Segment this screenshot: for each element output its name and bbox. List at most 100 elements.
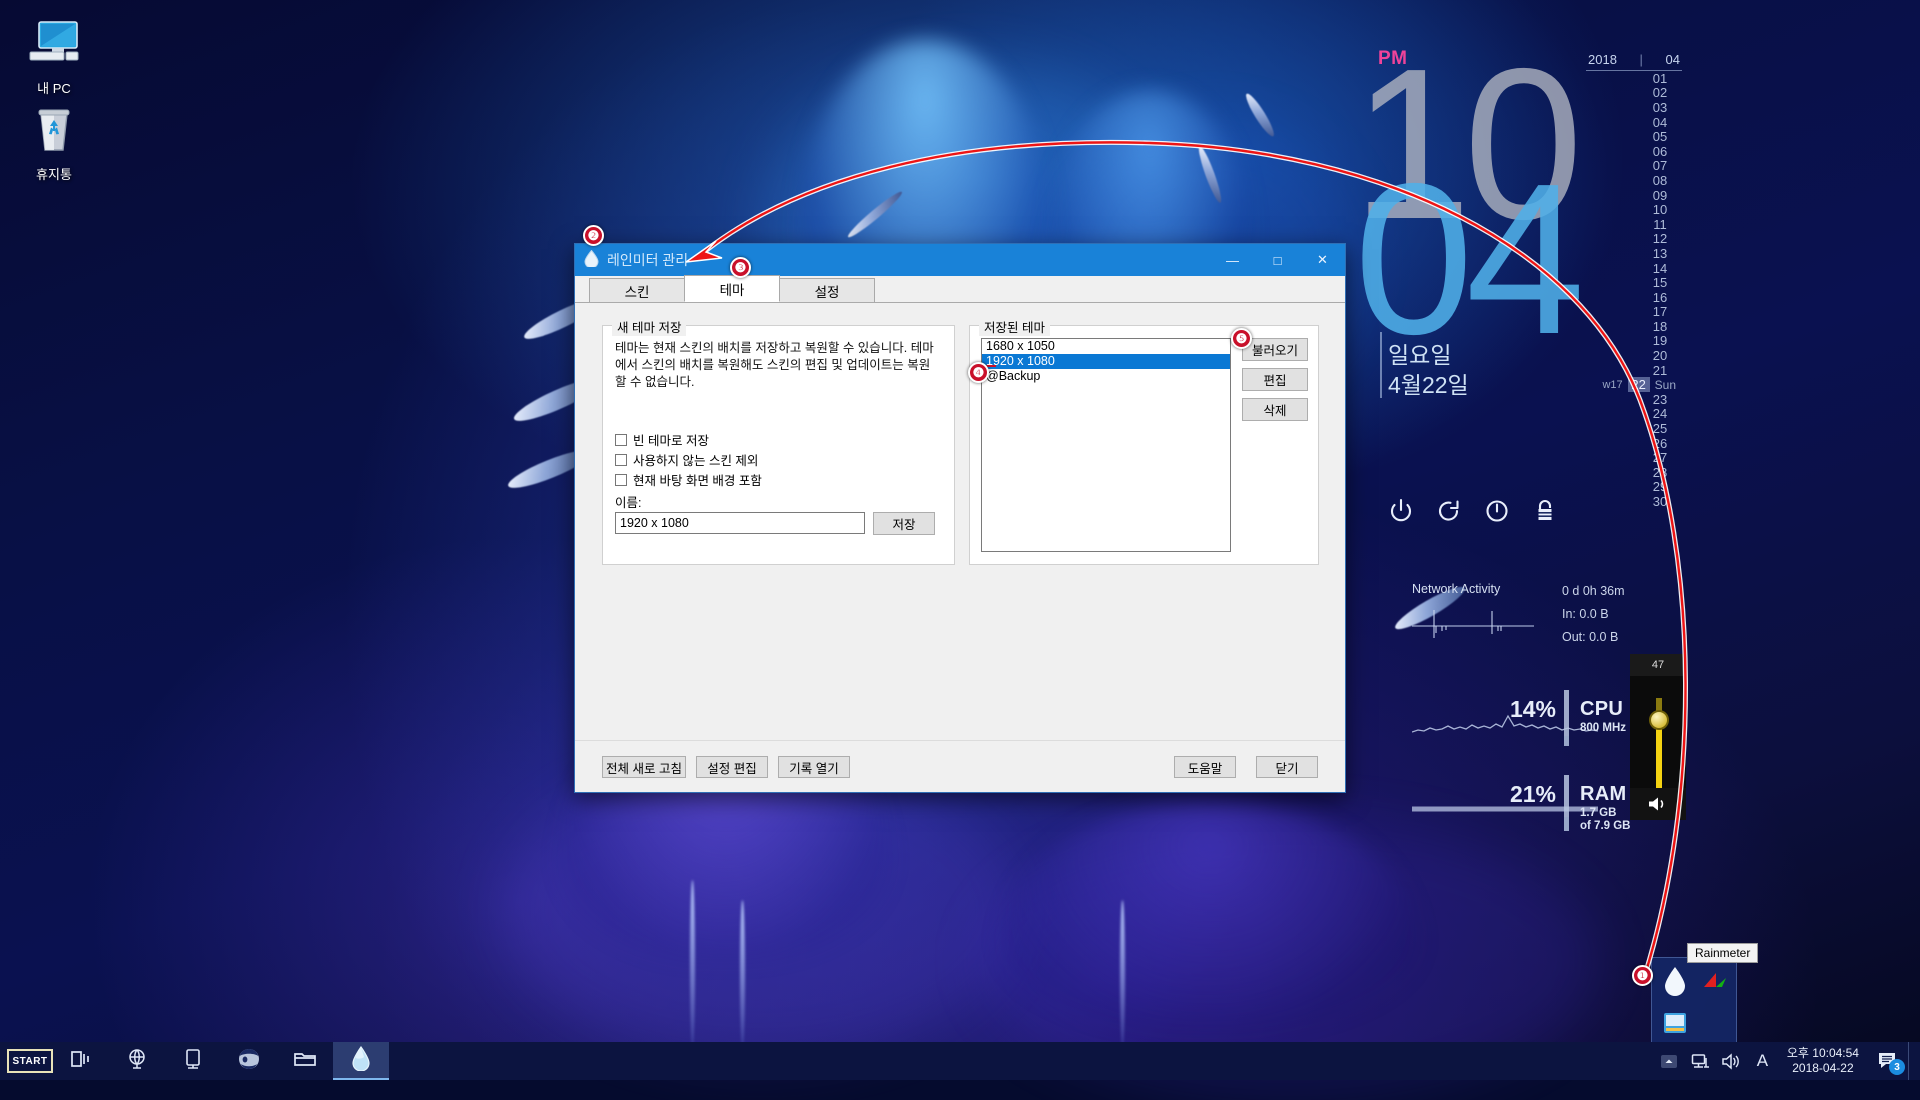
theme-list-item[interactable]: 1920 x 1080	[982, 354, 1230, 369]
load-theme-button[interactable]: 불러오기	[1242, 338, 1308, 361]
ime-indicator[interactable]: A	[1747, 1042, 1778, 1080]
calendar-day-row: 11	[1586, 217, 1682, 232]
checkbox-box[interactable]	[615, 433, 627, 446]
lock-icon[interactable]	[1532, 498, 1558, 524]
calendar-day-number: 21	[1652, 362, 1668, 378]
theme-list-item[interactable]: 1680 x 1050	[982, 339, 1230, 354]
calendar-day-row: 04	[1586, 115, 1682, 130]
volume-knob[interactable]	[1649, 710, 1669, 730]
volume-slider-widget[interactable]: 47	[1630, 654, 1686, 820]
window-controls[interactable]: — □ ✕	[1210, 244, 1345, 276]
close-dialog-button[interactable]: 닫기	[1256, 756, 1318, 778]
edit-settings-button[interactable]: 설정 편집	[696, 756, 768, 778]
taskbar-file-explorer[interactable]	[277, 1042, 333, 1080]
ram-percent: 21%	[1509, 781, 1556, 807]
checkbox-exclude-unused[interactable]: 사용하지 않는 스킨 제외	[615, 450, 758, 469]
desktop-icon-my-pc[interactable]: 내 PC	[8, 18, 100, 97]
network-in: In: 0.0 B	[1562, 607, 1609, 621]
checkbox-box[interactable]	[615, 473, 627, 486]
calendar-day-row: 29	[1586, 479, 1682, 495]
cpu-label: CPU	[1580, 698, 1624, 720]
rainmeter-network-widget[interactable]: Network Activity 0 d 0h 36m In: 0.0 B Ou…	[1412, 582, 1672, 644]
calendar-day-number: 01	[1652, 70, 1668, 86]
wallpaper-tendril	[740, 900, 745, 1050]
restart-icon[interactable]	[1436, 498, 1462, 524]
save-theme-button[interactable]: 저장	[873, 512, 935, 535]
calendar-day-number: 03	[1652, 99, 1668, 115]
tray-network-share-icon[interactable]	[1656, 1004, 1694, 1042]
checkbox-box[interactable]	[615, 453, 627, 466]
internet-explorer-icon	[237, 1047, 261, 1076]
rainmeter-calendar-widget[interactable]: 2018 | 04 01 02 03 04 05 06 07 08 09 10 11 12 13 14 15…	[1586, 52, 1682, 509]
maximize-button[interactable]: □	[1255, 244, 1300, 276]
show-desktop-button[interactable]	[1908, 1042, 1916, 1080]
calendar-divider: |	[1639, 52, 1643, 67]
taskbar-rainmeter[interactable]	[333, 1042, 389, 1080]
tray-nvidia-icon[interactable]	[1696, 962, 1734, 1000]
taskbar-store[interactable]	[165, 1042, 221, 1080]
calendar-day-row: 15	[1586, 275, 1682, 290]
taskbar-internet-explorer[interactable]	[221, 1042, 277, 1080]
notification-center-button[interactable]: 3	[1868, 1042, 1908, 1080]
calendar-day-number: 09	[1652, 187, 1668, 203]
hidden-tray-popup[interactable]	[1651, 957, 1737, 1045]
annotation-badge: ❸	[730, 257, 751, 278]
edit-theme-button[interactable]: 편집	[1242, 368, 1308, 391]
calendar-day-row: 28	[1586, 465, 1682, 480]
open-log-button[interactable]: 기록 열기	[778, 756, 850, 778]
system-tray[interactable]: A 오후 10:04:54 2018-04-22 3	[1654, 1042, 1920, 1080]
desktop-icon-recycle-bin[interactable]: 휴지통	[8, 104, 100, 183]
delete-theme-button[interactable]: 삭제	[1242, 398, 1308, 421]
calendar-month: 04	[1665, 52, 1680, 67]
calendar-day-row: 08	[1586, 173, 1682, 188]
window-titlebar[interactable]: 레인미터 관리 — □ ✕	[575, 244, 1345, 276]
clock-divider	[1380, 332, 1382, 398]
rainmeter-power-widget[interactable]	[1388, 498, 1558, 524]
theme-name-input[interactable]	[615, 512, 865, 534]
checkbox-empty-theme[interactable]: 빈 테마로 저장	[615, 430, 709, 449]
calendar-day-number: 07	[1652, 158, 1668, 174]
calendar-day-row: 19	[1586, 333, 1682, 348]
power-icon[interactable]	[1388, 498, 1414, 524]
start-button[interactable]: START	[7, 1049, 53, 1073]
calendar-day-number: 30	[1652, 494, 1668, 510]
shutdown-icon[interactable]	[1484, 498, 1510, 524]
tab-skins[interactable]: 스킨	[589, 278, 685, 302]
network-icon[interactable]	[1685, 1042, 1716, 1080]
tray-rainmeter-icon[interactable]	[1656, 962, 1694, 1000]
calendar-day-number: 25	[1652, 421, 1668, 437]
close-button[interactable]: ✕	[1300, 244, 1345, 276]
calendar-year: 2018	[1588, 52, 1617, 67]
tab-themes[interactable]: 테마	[684, 275, 780, 302]
calendar-day-row: 25	[1586, 421, 1682, 436]
taskbar-clock[interactable]: 오후 10:04:54 2018-04-22	[1778, 1046, 1868, 1076]
minimize-button[interactable]: —	[1210, 244, 1255, 276]
cpu-percent: 14%	[1509, 696, 1556, 722]
volume-icon[interactable]	[1716, 1042, 1747, 1080]
checkbox-include-wallpaper[interactable]: 현재 바탕 화면 배경 포함	[615, 470, 762, 489]
theme-list-item[interactable]: @Backup	[982, 369, 1230, 384]
taskbar-task-view[interactable]	[53, 1042, 109, 1080]
calendar-day-number: 12	[1652, 231, 1668, 247]
taskbar-cortana[interactable]	[109, 1042, 165, 1080]
calendar-day-number: 10	[1652, 202, 1668, 218]
saved-themes-group: 저장된 테마 1680 x 1050 1920 x 1080 @Backup 불러오…	[969, 317, 1319, 565]
window-title: 레인미터 관리	[607, 252, 689, 268]
refresh-all-button[interactable]: 전체 새로 고침	[602, 756, 686, 778]
tab-settings[interactable]: 설정	[779, 278, 875, 302]
calendar-day-row: 06	[1586, 144, 1682, 159]
tab-strip[interactable]: 스킨 테마 설정	[575, 275, 1345, 303]
saved-themes-list[interactable]: 1680 x 1050 1920 x 1080 @Backup	[981, 338, 1231, 552]
calendar-day-number: 13	[1652, 245, 1668, 261]
calendar-day-number: 29	[1652, 479, 1668, 495]
calendar-day-number: 28	[1652, 464, 1668, 480]
help-button[interactable]: 도움말	[1174, 756, 1236, 778]
calendar-week-number: w17	[1602, 378, 1623, 391]
speaker-icon[interactable]	[1630, 788, 1686, 820]
calendar-day-row: 12	[1586, 231, 1682, 247]
rainmeter-manager-window[interactable]: 레인미터 관리 — □ ✕ 스킨 테마 설정 새 테마 저장 테마는 현재 스킨…	[574, 243, 1346, 793]
calendar-day-number: 23	[1652, 391, 1668, 407]
show-hidden-icons-button[interactable]	[1654, 1042, 1685, 1080]
calendar-day-row: 03	[1586, 100, 1682, 115]
taskbar[interactable]: START A 오후 10:04:54 2018-04-22 3	[0, 1042, 1920, 1080]
